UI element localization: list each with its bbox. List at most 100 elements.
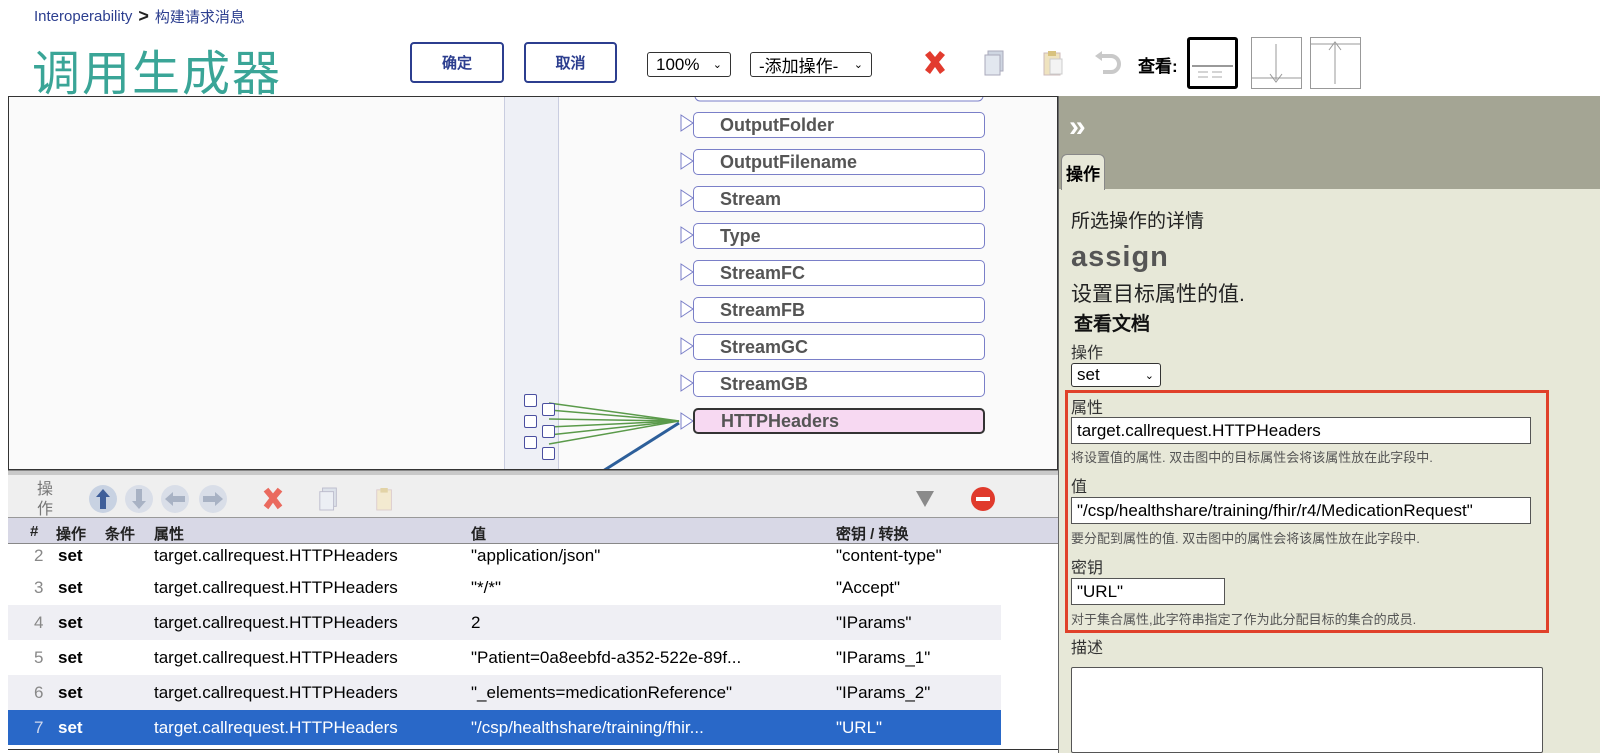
panel-subtitle: 所选操作的详情 xyxy=(1071,211,1205,232)
target-property-selected[interactable]: HTTPHeaders xyxy=(693,408,985,434)
row-key: "IParams" xyxy=(836,612,912,632)
view-split-button[interactable] xyxy=(1187,37,1238,89)
col-property: 属性 xyxy=(154,526,185,543)
move-right-icon[interactable] xyxy=(198,484,228,514)
target-property[interactable]: StreamGB xyxy=(693,371,985,397)
action-field-label: 操作 xyxy=(1071,345,1104,362)
paste-icon[interactable] xyxy=(1036,46,1070,80)
col-condition: 条件 xyxy=(105,526,136,543)
move-left-icon[interactable] xyxy=(160,484,190,514)
target-property[interactable]: OutputFolder xyxy=(693,112,985,138)
view-diagram-button[interactable] xyxy=(1251,37,1302,89)
row-num: 3 xyxy=(34,577,44,597)
view-table-button[interactable] xyxy=(1310,37,1361,89)
row-action: set xyxy=(58,577,83,597)
source-node[interactable] xyxy=(524,394,537,407)
action-description: 设置目标属性的值. xyxy=(1071,283,1245,306)
row-num: 6 xyxy=(34,682,44,702)
target-property[interactable]: Stream xyxy=(693,186,985,212)
row-num: 4 xyxy=(34,612,44,632)
tab-actions[interactable]: 操作 xyxy=(1061,154,1105,190)
breadcrumb: Interoperability > 构建请求消息 xyxy=(34,6,245,27)
row-value: "/csp/healthshare/training/fhir... xyxy=(471,717,704,737)
expand-arrow-icon[interactable] xyxy=(680,300,694,318)
expand-arrow-icon[interactable] xyxy=(680,114,694,132)
view-docs-link[interactable]: 查看文档 xyxy=(1074,309,1150,336)
actions-toolbar-label: 操作 xyxy=(37,481,54,518)
row-key: "Accept" xyxy=(836,577,901,597)
target-property[interactable]: StreamFB xyxy=(693,297,985,323)
row-value: "*/*" xyxy=(471,577,502,597)
row-action: set xyxy=(58,612,83,632)
table-row[interactable]: 5 set target.callrequest.HTTPHeaders "Pa… xyxy=(8,640,1001,675)
add-action-value: -添加操作- xyxy=(759,57,839,76)
table-row-selected[interactable]: 7 set target.callrequest.HTTPHeaders "/c… xyxy=(8,710,1001,745)
key-input[interactable]: "URL" xyxy=(1071,578,1225,605)
cancel-button[interactable]: 取消 xyxy=(524,42,617,83)
delete-action-icon[interactable] xyxy=(258,484,288,514)
source-node[interactable] xyxy=(524,436,537,449)
copy-action-icon[interactable] xyxy=(314,484,344,514)
collapse-panel-icon[interactable]: » xyxy=(1069,110,1086,144)
row-key: "IParams_2" xyxy=(836,682,931,702)
arrow-down-icon xyxy=(1252,44,1301,83)
breadcrumb-current[interactable]: 构建请求消息 xyxy=(155,6,245,27)
paste-action-icon[interactable] xyxy=(370,484,400,514)
copy-icon[interactable] xyxy=(978,46,1012,80)
expand-arrow-icon[interactable] xyxy=(680,263,694,281)
filter-icon[interactable] xyxy=(910,484,940,514)
source-node[interactable] xyxy=(524,415,537,428)
expand-arrow-icon[interactable] xyxy=(680,226,694,244)
page-title: 调用生成器 xyxy=(32,46,283,102)
action-name: assign xyxy=(1071,241,1169,273)
row-property: target.callrequest.HTTPHeaders xyxy=(154,647,398,667)
row-value: "application/json" xyxy=(471,546,601,565)
expand-arrow-icon[interactable] xyxy=(680,374,694,392)
row-property: target.callrequest.HTTPHeaders xyxy=(154,682,398,702)
zoom-select[interactable]: 100% ⌄ xyxy=(647,52,731,77)
target-property[interactable]: Type xyxy=(693,223,985,249)
target-property[interactable]: StreamFC xyxy=(693,260,985,286)
row-key: "IParams_1" xyxy=(836,647,931,667)
table-row[interactable]: 4 set target.callrequest.HTTPHeaders 2 "… xyxy=(8,605,1001,640)
delete-icon[interactable] xyxy=(918,46,952,80)
move-down-icon[interactable] xyxy=(124,484,154,514)
expand-arrow-icon[interactable] xyxy=(680,189,694,207)
row-property: target.callrequest.HTTPHeaders xyxy=(154,546,398,565)
row-property: target.callrequest.HTTPHeaders xyxy=(154,612,398,632)
value-field-label: 值 xyxy=(1071,479,1088,496)
row-action: set xyxy=(58,546,83,565)
expand-arrow-icon[interactable] xyxy=(680,152,694,170)
row-property: target.callrequest.HTTPHeaders xyxy=(154,577,398,597)
expand-arrow-icon[interactable] xyxy=(680,412,694,430)
row-value: 2 xyxy=(471,612,481,632)
source-node[interactable] xyxy=(542,447,555,460)
table-row[interactable]: 6 set target.callrequest.HTTPHeaders "_e… xyxy=(8,675,1001,710)
remove-all-icon[interactable] xyxy=(968,484,998,514)
value-hint: 要分配到属性的值. 双击图中的属性会将该属性放在此字段中. xyxy=(1071,531,1420,546)
mapping-diagram[interactable]: OutputFolder OutputFilename Stream Type … xyxy=(8,96,1058,470)
col-action: 操作 xyxy=(56,526,87,543)
description-textarea[interactable] xyxy=(1071,667,1543,753)
table-row[interactable]: 2 set target.callrequest.HTTPHeaders "ap… xyxy=(8,544,1001,568)
add-action-select[interactable]: -添加操作- ⌄ xyxy=(750,52,872,77)
chevron-down-icon: ⌄ xyxy=(712,59,722,71)
details-panel: » 操作 所选操作的详情 assign 设置目标属性的值. 查看文档 操作 se… xyxy=(1058,96,1600,753)
action-select[interactable]: set ⌄ xyxy=(1071,363,1161,387)
property-input[interactable]: target.callrequest.HTTPHeaders xyxy=(1071,417,1531,444)
expand-arrow-icon[interactable] xyxy=(680,337,694,355)
breadcrumb-separator: > xyxy=(138,6,149,26)
source-node[interactable] xyxy=(542,425,555,438)
value-input[interactable]: "/csp/healthshare/training/fhir/r4/Medic… xyxy=(1071,497,1531,524)
target-property[interactable]: OutputFilename xyxy=(693,149,985,175)
row-num: 7 xyxy=(34,717,44,737)
row-property: target.callrequest.HTTPHeaders xyxy=(154,717,398,737)
table-row[interactable]: 3 set target.callrequest.HTTPHeaders "*/… xyxy=(8,570,1001,605)
target-property[interactable]: StreamGC xyxy=(693,334,985,360)
move-up-icon[interactable] xyxy=(88,484,118,514)
description-field-label: 描述 xyxy=(1071,640,1104,657)
breadcrumb-root-link[interactable]: Interoperability xyxy=(34,8,132,25)
source-node[interactable] xyxy=(542,403,555,416)
ok-button[interactable]: 确定 xyxy=(410,42,504,83)
undo-icon[interactable] xyxy=(1091,46,1125,80)
